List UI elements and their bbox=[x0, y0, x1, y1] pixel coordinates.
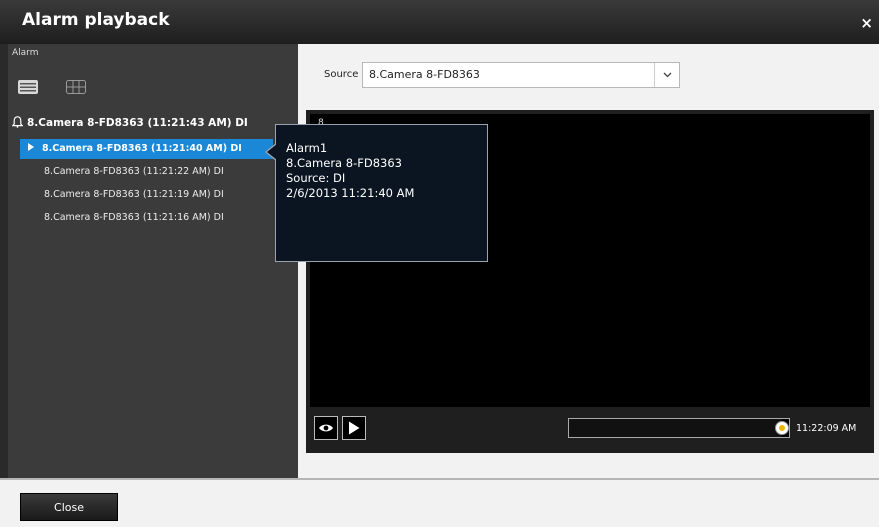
close-icon[interactable]: × bbox=[860, 14, 873, 32]
source-value: 8.Camera 8-FD8363 bbox=[369, 68, 480, 81]
chevron-down-icon[interactable] bbox=[654, 63, 679, 87]
close-button[interactable]: Close bbox=[20, 493, 118, 521]
bell-icon bbox=[12, 116, 23, 128]
alarm-list-item[interactable]: 8.Camera 8-FD8363 (11:21:16 AM) DI bbox=[44, 212, 224, 223]
title-bar: Alarm playback × bbox=[0, 0, 879, 44]
timeline-knob[interactable] bbox=[775, 421, 789, 435]
alarm-list-item-selected[interactable]: 8.Camera 8-FD8363 (11:21:40 AM) DI bbox=[20, 139, 273, 159]
play-triangle-icon bbox=[28, 143, 34, 151]
play-icon bbox=[349, 421, 360, 435]
alarm-panel-label: Alarm bbox=[12, 48, 39, 58]
source-dropdown[interactable]: 8.Camera 8-FD8363 bbox=[362, 62, 680, 88]
timeline-slider[interactable] bbox=[568, 418, 790, 438]
alarm-list-item[interactable]: 8.Camera 8-FD8363 (11:21:22 AM) DI bbox=[44, 166, 224, 177]
tooltip-source: Source: DI bbox=[286, 171, 346, 185]
tooltip-camera: 8.Camera 8-FD8363 bbox=[286, 156, 402, 170]
alarm-list-panel: Alarm 8.Camera 8-FD8363 (11:21:43 AM) DI… bbox=[8, 44, 298, 478]
alarm-group-header[interactable]: 8.Camera 8-FD8363 (11:21:43 AM) DI bbox=[12, 116, 248, 129]
grid-view-icon[interactable] bbox=[66, 80, 86, 94]
alarm-item-label: 8.Camera 8-FD8363 (11:21:19 AM) DI bbox=[44, 189, 224, 200]
playback-time: 11:22:09 AM bbox=[796, 423, 857, 434]
alarm-item-label: 8.Camera 8-FD8363 (11:21:40 AM) DI bbox=[42, 143, 242, 154]
alarm-tooltip: Alarm1 8.Camera 8-FD8363 Source: DI 2/6/… bbox=[265, 124, 488, 262]
alarm-list-item[interactable]: 8.Camera 8-FD8363 (11:21:19 AM) DI bbox=[44, 189, 224, 200]
tooltip-timestamp: 2/6/2013 11:21:40 AM bbox=[286, 186, 415, 200]
list-view-icon[interactable] bbox=[18, 80, 38, 94]
eye-icon[interactable] bbox=[314, 416, 338, 440]
alarm-group-label: 8.Camera 8-FD8363 (11:21:43 AM) DI bbox=[27, 117, 248, 129]
tooltip-alarm-name: Alarm1 bbox=[286, 141, 328, 155]
source-label: Source bbox=[324, 69, 359, 80]
alarm-item-label: 8.Camera 8-FD8363 (11:21:22 AM) DI bbox=[44, 166, 224, 177]
play-button[interactable] bbox=[342, 416, 366, 440]
timeline-track bbox=[569, 419, 783, 437]
window-title: Alarm playback bbox=[22, 10, 170, 30]
alarm-item-label: 8.Camera 8-FD8363 (11:21:16 AM) DI bbox=[44, 212, 224, 223]
alarm-playback-window: Alarm playback × Alarm 8.Camera 8-FD8363… bbox=[0, 0, 879, 527]
footer-bar: Close bbox=[0, 478, 879, 527]
